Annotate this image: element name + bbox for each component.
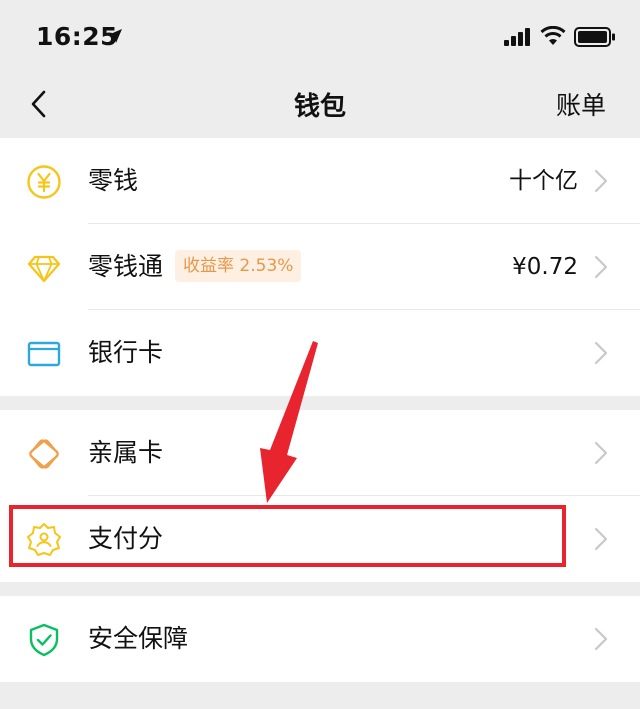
nav-bar: 钱包 账单 [0,76,640,134]
bank-card-icon [27,341,61,367]
row-label: 安全保障 [88,624,189,653]
diamond-icon [27,255,61,283]
row-change[interactable]: 零钱 十个亿 [0,138,640,224]
row-label: 零钱 [88,166,139,195]
row-bank-card[interactable]: 银行卡 [0,310,640,396]
annotation-highlight-box [9,505,566,567]
wallet-group-balance: 零钱 十个亿 零钱通 ¥0.72 银行卡 [0,138,640,396]
back-button[interactable] [24,84,58,124]
page-title: 钱包 [293,92,346,122]
row-label: 亲属卡 [88,438,164,467]
row-label: 零钱通 [88,252,164,281]
chevron-right-icon [594,341,608,365]
bills-button[interactable]: 账单 [556,86,606,122]
chevron-right-icon [594,527,608,551]
row-change-pass[interactable]: 零钱通 ¥0.72 [0,224,640,310]
chevron-right-icon [594,441,608,465]
row-security[interactable]: 安全保障 [0,596,640,682]
battery-icon [574,27,615,47]
status-bar: 16:25 [0,0,640,76]
security-shield-icon [29,623,59,657]
yield-rate-badge: 收益率 2.53% [175,250,302,282]
row-value: 十个亿 [509,168,578,194]
yuan-coin-icon [27,165,61,199]
chevron-right-icon [594,255,608,279]
chevron-right-icon [594,627,608,651]
row-label: 银行卡 [88,338,164,367]
chevron-right-icon [594,169,608,193]
location-arrow-icon [108,29,122,43]
chevron-left-icon [31,90,46,118]
cellular-signal-icon [504,28,530,46]
row-family-card[interactable]: 亲属卡 [0,410,640,496]
family-card-icon [29,439,59,469]
wallet-group-security: 安全保障 [0,596,640,682]
row-value: ¥0.72 [512,254,578,280]
wifi-icon [540,26,566,45]
